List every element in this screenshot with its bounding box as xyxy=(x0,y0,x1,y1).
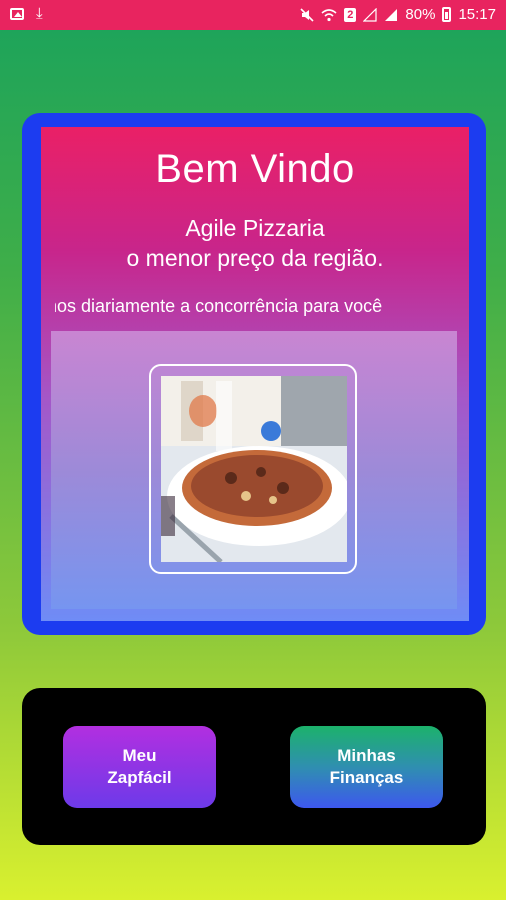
store-slogan: o menor preço da região. xyxy=(126,245,384,271)
meu-zapfacil-button[interactable]: Meu Zapfácil xyxy=(63,726,216,808)
action-panel: Meu Zapfácil Minhas Finanças xyxy=(22,688,486,845)
welcome-title: Bem Vindo xyxy=(155,147,355,191)
sim-badge-icon: 2 xyxy=(344,7,357,22)
image-icon xyxy=(10,7,24,20)
photo-panel xyxy=(51,331,457,609)
wifi-icon xyxy=(321,8,337,21)
marquee-banner: nos diariamente a concorrência para você xyxy=(55,294,455,324)
photo-frame xyxy=(149,364,357,574)
store-name: Agile Pizzaria xyxy=(185,215,325,241)
download-icon: ⤓ xyxy=(36,5,43,22)
status-left-icons: ⤓ xyxy=(10,6,43,21)
minhas-financas-button[interactable]: Minhas Finanças xyxy=(290,726,443,808)
clock: 15:17 xyxy=(458,6,496,23)
pizza-image-icon xyxy=(161,376,347,562)
mute-icon xyxy=(300,7,314,22)
pizza-photo xyxy=(161,376,347,562)
marquee-text: nos diariamente a concorrência para você xyxy=(55,296,383,316)
welcome-card: Bem Vindo Agile Pizzaria o menor preço d… xyxy=(22,113,486,635)
battery-percent: 80% xyxy=(405,6,436,23)
status-bar: ⤓ 2 80% 15:17 xyxy=(0,0,506,30)
battery-icon xyxy=(442,7,452,22)
status-right-icons: 2 80% 15:17 xyxy=(300,6,496,23)
welcome-subtitle: Agile Pizzaria o menor preço da região. xyxy=(41,213,469,273)
signal-icon-2 xyxy=(385,8,398,21)
signal-icon xyxy=(363,7,378,22)
welcome-card-content: Bem Vindo Agile Pizzaria o menor preço d… xyxy=(41,127,469,621)
